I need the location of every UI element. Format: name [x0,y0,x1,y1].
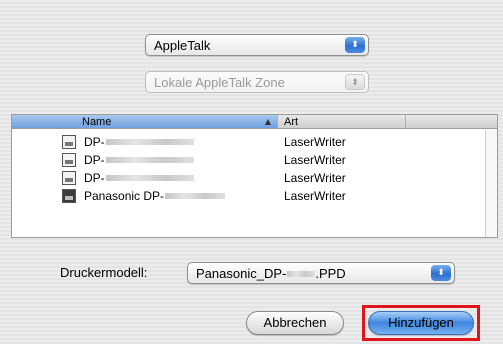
table-row[interactable]: DP- LaserWriter [12,151,497,169]
printer-icon [62,153,76,167]
printer-kind: LaserWriter [284,135,346,149]
redacted-bar [105,175,194,181]
redacted-bar [105,157,194,163]
add-button[interactable]: Hinzufügen [368,311,474,335]
zone-popup: Lokale AppleTalk Zone ⬍ [145,71,369,93]
column-header-empty [406,115,497,128]
printer-model-value: Panasonic_DP- .PPD [196,266,431,281]
printer-name: Panasonic DP- [84,189,165,203]
printer-name: DP- [84,171,105,185]
printer-model-label: Druckermodell: [60,265,148,280]
printer-kind: LaserWriter [284,171,346,185]
sort-ascending-icon: ▲ [264,117,271,126]
popup-arrows-icon: ⬍ [345,37,365,53]
table-row[interactable]: DP- LaserWriter [12,133,497,151]
table-row[interactable]: Panasonic DP- LaserWriter [12,187,497,205]
printer-icon [62,189,76,203]
connection-type-label: AppleTalk [154,37,211,53]
column-art-label: Art [284,115,299,128]
popup-arrows-icon: ⬍ [431,265,451,281]
printer-name: DP- [84,135,105,149]
vertical-scrollbar[interactable] [485,130,497,237]
printer-name: DP- [84,153,105,167]
popup-arrows-icon: ⬍ [345,74,365,90]
printer-kind: LaserWriter [284,189,346,203]
printer-icon [62,171,76,185]
table-header: Name ▲ Art [12,115,497,129]
redacted-bar [105,139,194,145]
printer-model-popup[interactable]: Panasonic_DP- .PPD ⬍ [187,262,455,284]
printer-list[interactable]: Name ▲ Art DP- LaserWriter DP- LaserWrit… [11,114,498,238]
table-row[interactable]: DP- LaserWriter [12,169,497,187]
column-name-label: Name [82,115,112,128]
redacted-bar [287,271,316,278]
model-prefix: Panasonic_DP- [196,265,287,281]
cancel-button[interactable]: Abbrechen [246,311,344,335]
printer-icon [62,135,76,149]
connection-type-popup[interactable]: AppleTalk ⬍ [145,34,369,56]
zone-label: Lokale AppleTalk Zone [154,74,285,90]
column-header-art[interactable]: Art [278,115,406,128]
column-header-name[interactable]: Name ▲ [12,115,278,128]
redacted-bar [165,193,226,199]
printer-kind: LaserWriter [284,153,346,167]
model-suffix: .PPD [315,265,346,281]
